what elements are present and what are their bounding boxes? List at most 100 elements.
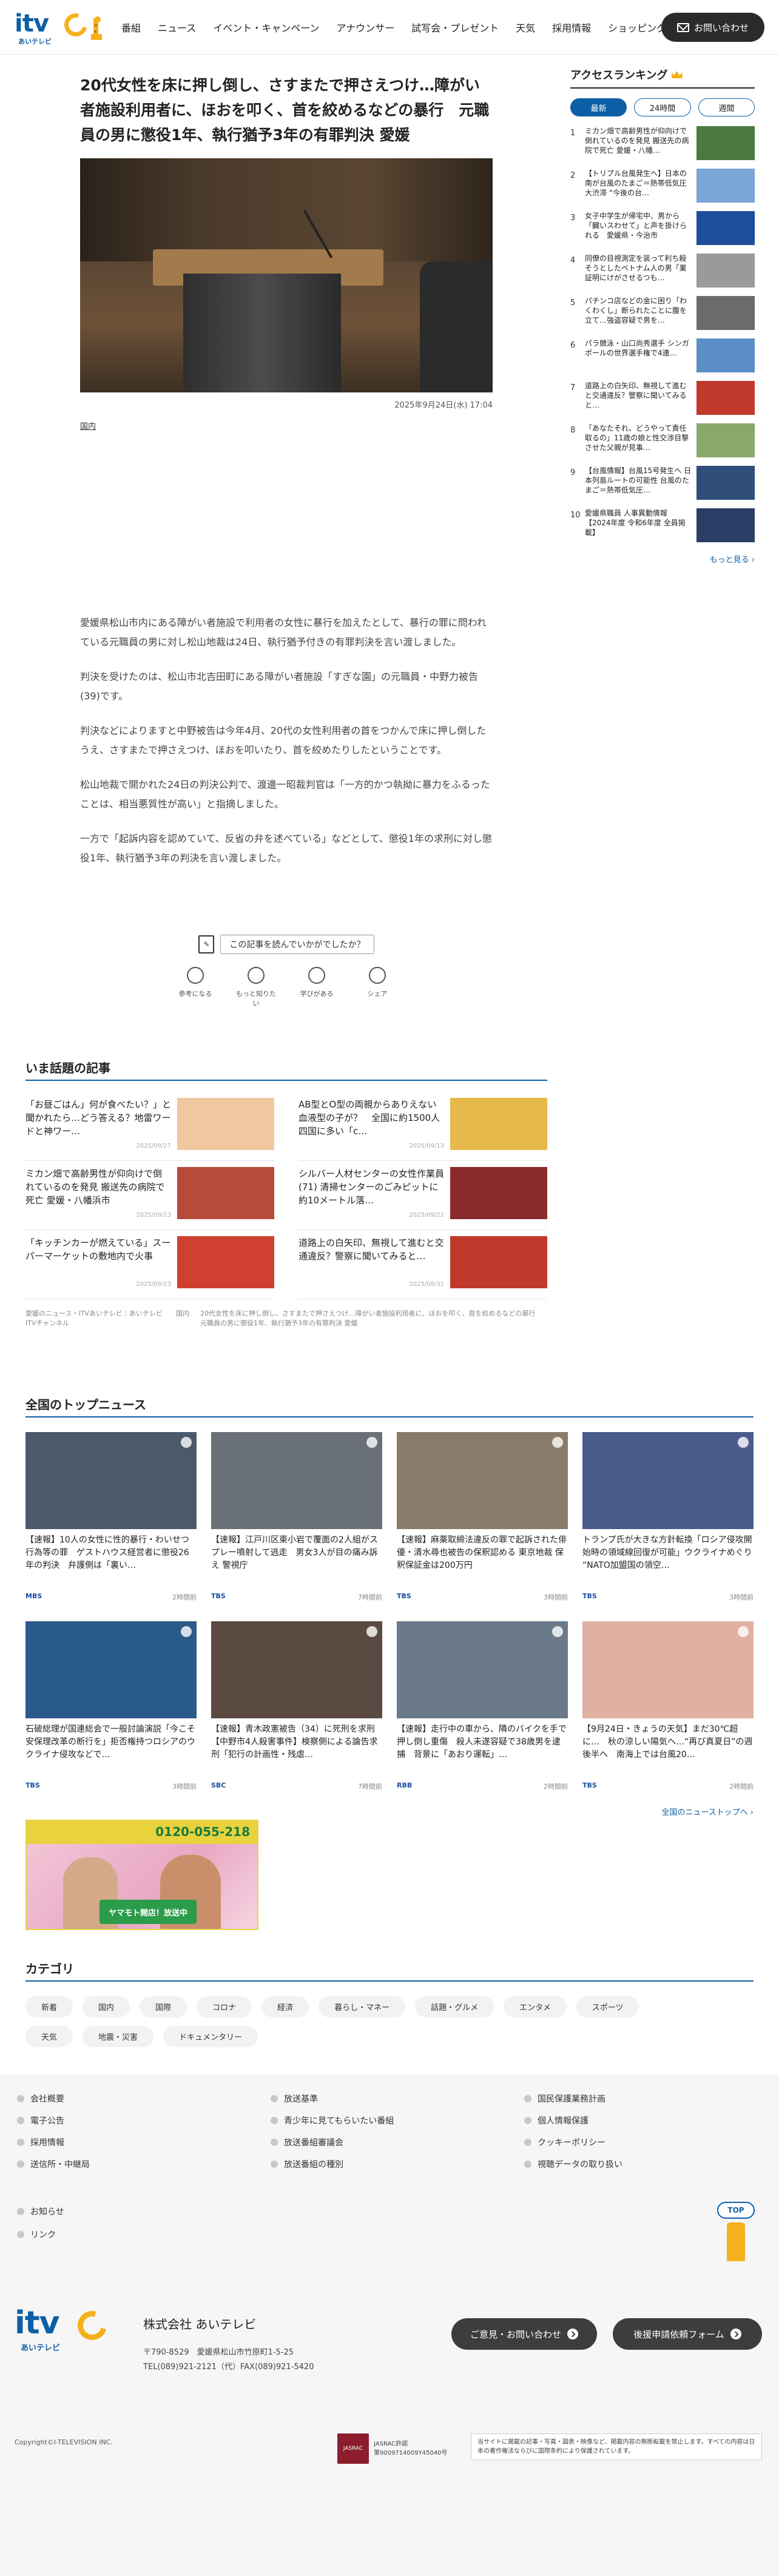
- footer-link[interactable]: 会社概要: [17, 2093, 271, 2105]
- breadcrumb-current: 20代女性を床に押し倒し、さすまたで押さえつけ…障がい者施設利用者に、ほおを叩く…: [200, 1310, 542, 1327]
- share-icon: [369, 967, 386, 984]
- top-news-grid: 【速報】10人の女性に性的暴行・わいせつ行為等の罪 ゲストハウス経営者に懲役26…: [25, 1432, 754, 1791]
- category-chip[interactable]: 経済: [261, 1996, 309, 2017]
- news-card[interactable]: 【速報】10人の女性に性的暴行・わいせつ行為等の罪 ゲストハウス経営者に懲役26…: [25, 1432, 197, 1602]
- news-card[interactable]: 【速報】麻薬取締法違反の罪で起訴された俳優・清水尋也被告の保釈認める 東京地裁 …: [397, 1432, 568, 1602]
- footer-link[interactable]: 放送基準: [271, 2093, 524, 2105]
- all-news-link[interactable]: 全国のニューストップへ ›: [25, 1806, 754, 1817]
- ranking-item[interactable]: 5 パチンコ店などの金に困り「わくわくし」断られたことに腹を立て…強盗容疑で男を…: [570, 296, 755, 337]
- feedback-helpful-button[interactable]: 参考になる: [174, 967, 217, 1008]
- feedback-contact-button[interactable]: ご意見・お問い合わせ: [451, 2318, 597, 2350]
- footer-link[interactable]: クッキーポリシー: [524, 2136, 755, 2148]
- nav-item[interactable]: アナウンサー: [328, 20, 403, 35]
- nav-item[interactable]: 番組: [113, 20, 149, 35]
- trending-item[interactable]: 「キッチンカーが燃えている」スーパーマーケットの敷地内で火事 2025/09/23: [25, 1230, 274, 1299]
- category-chip[interactable]: 天気: [25, 2026, 73, 2047]
- breadcrumb-home[interactable]: 愛媛のニュース・ITVあいテレビ｜あいテレビITVチャンネル: [25, 1309, 165, 1328]
- category-chip[interactable]: 国内: [83, 1996, 130, 2017]
- ranking-more-link[interactable]: もっと見る ›: [570, 553, 755, 565]
- ranking-number: 4: [570, 256, 576, 265]
- footer-link[interactable]: 視聴データの取り扱い: [524, 2158, 755, 2170]
- button-label: 後援申請依頼フォーム: [633, 2329, 724, 2340]
- category-chip[interactable]: ドキュメンタリー: [163, 2026, 258, 2047]
- article-category-tag[interactable]: 国内: [80, 420, 96, 431]
- ranking-item[interactable]: 7 道路上の白矢印、無視して進むと交通違反？警察に聞いてみると…: [570, 381, 755, 422]
- ranking-item[interactable]: 9 【台風情報】台風15号発生へ 日本列島ルートの可能性 台風のたまご＝熱帯低気圧…: [570, 466, 755, 507]
- nav-item[interactable]: ニュース: [149, 20, 204, 35]
- breadcrumb: 愛媛のニュース・ITVあいテレビ｜あいテレビITVチャンネル 国内 20代女性を…: [25, 1309, 547, 1328]
- trending-item[interactable]: 「お昼ごはん」何が食べたい？」と聞かれたら…どう答える？地雷ワードと神ワー… 20…: [25, 1092, 274, 1161]
- category-chip[interactable]: スポーツ: [576, 1996, 639, 2017]
- footer-link[interactable]: 青少年に見てもらいたい番組: [271, 2114, 524, 2127]
- trending-item[interactable]: ミカン畑で高齢男性が仰向けで倒れているのを発見 搬送先の病院で死亡 愛媛・八幡浜…: [25, 1161, 274, 1230]
- tab-latest[interactable]: 最新: [570, 98, 627, 116]
- site-logo[interactable]: itv あいテレビ: [15, 9, 102, 45]
- news-time: 3時間前: [172, 1783, 197, 1791]
- news-card[interactable]: 【速報】江戸川区東小岩で覆面の2人組がスプレー噴射して逃走 男女3人が目の痛み訴…: [211, 1432, 382, 1602]
- breadcrumb-category[interactable]: 国内: [176, 1309, 189, 1328]
- nav-item[interactable]: イベント・キャンペーン: [204, 20, 328, 35]
- footer-logo[interactable]: itv あいテレビ: [15, 2305, 118, 2366]
- ad-banner[interactable]: 0120-055-218 ヤマモト開店！放送中: [25, 1820, 258, 1930]
- ranking-text: 女子中学生が帰宅中、男から「臓いスわせて」と声を掛けられる 愛媛県・今治市: [585, 212, 687, 240]
- trending-item[interactable]: 道路上の白矢印、無視して進むと交通違反？警察に聞いてみると… 2025/08/31: [298, 1230, 547, 1299]
- news-card[interactable]: トランプ氏が大きな方針転換「ロシア侵攻開始時の領域線回復が可能」ウクライナめぐり…: [582, 1432, 754, 1602]
- feedback-learn-button[interactable]: 学びがある: [295, 967, 338, 1008]
- contact-button[interactable]: お問い合わせ: [661, 13, 764, 42]
- feedback-question-text: この記事を読んでいかがでしたか？: [220, 935, 374, 954]
- footer-link[interactable]: 放送番組審議会: [271, 2136, 524, 2148]
- ranking-thumbnail: [696, 338, 755, 372]
- ranking-item[interactable]: 3 女子中学生が帰宅中、男から「臓いスわせて」と声を掛けられる 愛媛県・今治市: [570, 211, 755, 252]
- news-card[interactable]: 【9月24日・きょうの天気】まだ30℃超に… 秋の涼しい陽気へ…“再び真夏日”の…: [582, 1621, 754, 1791]
- trending-text: ミカン畑で高齢男性が仰向けで倒れているのを発見 搬送先の病院で死亡 愛媛・八幡浜…: [25, 1167, 171, 1229]
- tab-24h[interactable]: 24時間: [634, 98, 691, 116]
- news-headline: 【速報】青木政憲被告（34）に死刑を求刑【中野市4人殺害事件】検察側による論告求…: [211, 1724, 378, 1760]
- footer-link[interactable]: 採用情報: [17, 2136, 271, 2148]
- search-icon: [248, 967, 265, 984]
- news-meta: TBS 3時間前: [397, 1592, 568, 1602]
- news-card[interactable]: 【速報】青木政憲被告（34）に死刑を求刑【中野市4人殺害事件】検察側による論告求…: [211, 1621, 382, 1791]
- category-chip[interactable]: 暮らし・マネー: [319, 1996, 406, 2017]
- category-chip[interactable]: 地震・災害: [83, 2026, 154, 2047]
- nav-item[interactable]: 試写会・プレゼント: [403, 20, 507, 35]
- ranking-item[interactable]: 8 「あなたそれ、どうやって責任取るの」11歳の娘と性交渉目撃させた父親が見事…: [570, 423, 755, 465]
- footer-link[interactable]: 国民保護業務計画: [524, 2093, 755, 2105]
- ranking-sidebar: アクセスランキング 最新 24時間 週間 1 ミカン畑で高齢男性が仰向けで倒れてい…: [570, 67, 755, 565]
- ranking-item[interactable]: 4 同僚の目視測定を装って利ち殺そうとしたベトナム人の男「業証明にけがさせるつも…: [570, 254, 755, 295]
- ranking-thumbnail: [696, 211, 755, 245]
- footer-link-links[interactable]: リンク: [17, 2228, 64, 2241]
- footer-link[interactable]: 放送番組の種別: [271, 2158, 524, 2170]
- footer-link[interactable]: 個人情報保護: [524, 2114, 755, 2127]
- nav-item[interactable]: 採用情報: [544, 20, 599, 35]
- ranking-list: 1 ミカン畑で高齢男性が仰向けで倒れているのを発見 搬送先の病院で死亡 愛媛・八幡…: [570, 126, 755, 550]
- share-button[interactable]: シェア: [356, 967, 399, 1008]
- ranking-text: 【トリプル台風発生へ】日本の南が台風のたまご＝熱帯低気圧大渋滞 “今後の台…: [585, 169, 687, 197]
- trending-item[interactable]: シルバー人材センターの女性作業員 (71) 清掃センターのごみピットに約10メー…: [298, 1161, 547, 1230]
- category-chip[interactable]: エンタメ: [504, 1996, 567, 2017]
- category-chip[interactable]: 国際: [140, 1996, 187, 2017]
- category-chip[interactable]: コロナ: [197, 1996, 252, 2017]
- news-source: SBC: [211, 1781, 226, 1789]
- back-to-top-button[interactable]: TOP: [717, 2202, 755, 2262]
- trending-item[interactable]: AB型とO型の両親からありえない血液型の子が？ 全国に約1500人 四国に多い「…: [298, 1092, 547, 1161]
- ranking-text: 【台風情報】台風15号発生へ 日本列島ルートの可能性 台風のたまご＝熱帯低気圧…: [585, 466, 692, 494]
- article-paragraph: 判決などによりますと中野被告は今年4月、20代の女性利用者の首をつかんで床に押し…: [80, 725, 487, 756]
- ranking-item[interactable]: 1 ミカン畑で高齢男性が仰向けで倒れているのを発見 搬送先の病院で死亡 愛媛・八幡…: [570, 126, 755, 167]
- nav-item[interactable]: 天気: [507, 20, 544, 35]
- category-chip[interactable]: 話題・グルメ: [415, 1996, 494, 2017]
- ranking-item[interactable]: 6 パラ競泳・山口尚秀選手 シンガポールの世界選手権で4連…: [570, 338, 755, 380]
- tab-weekly[interactable]: 週間: [698, 98, 755, 116]
- ranking-item[interactable]: 2 【トリプル台風発生へ】日本の南が台風のたまご＝熱帯低気圧大渋滞 “今後の台…: [570, 169, 755, 210]
- jasrac-license: JASRAC JASRAC許諾 第9009714009Y45040号: [337, 2433, 448, 2464]
- news-card[interactable]: 【速報】走行中の車から、隣のバイクを手で押し倒し重傷 殺人未遂容疑で38歳男を逮…: [397, 1621, 568, 1791]
- news-card[interactable]: 石破総理が国連総会で一般討論演説「今こそ安保理改革の断行を」拒否権持つロシアのウ…: [25, 1621, 197, 1791]
- footer-link[interactable]: 送信所・中継局: [17, 2158, 271, 2170]
- sponsorship-form-button[interactable]: 後援申請依頼フォーム: [613, 2318, 762, 2350]
- footer-link[interactable]: 電子公告: [17, 2114, 271, 2127]
- category-chip[interactable]: 新着: [25, 1996, 73, 2017]
- trending-thumbnail: [177, 1167, 274, 1219]
- ranking-item[interactable]: 10 愛媛県職員 人事異動情報 【2024年度 令和6年度 全員掲載】: [570, 508, 755, 550]
- trending-date: 2025/09/27: [136, 1143, 171, 1149]
- footer-link-news[interactable]: お知らせ: [17, 2205, 64, 2218]
- feedback-more-button[interactable]: もっと知りたい: [235, 967, 277, 1008]
